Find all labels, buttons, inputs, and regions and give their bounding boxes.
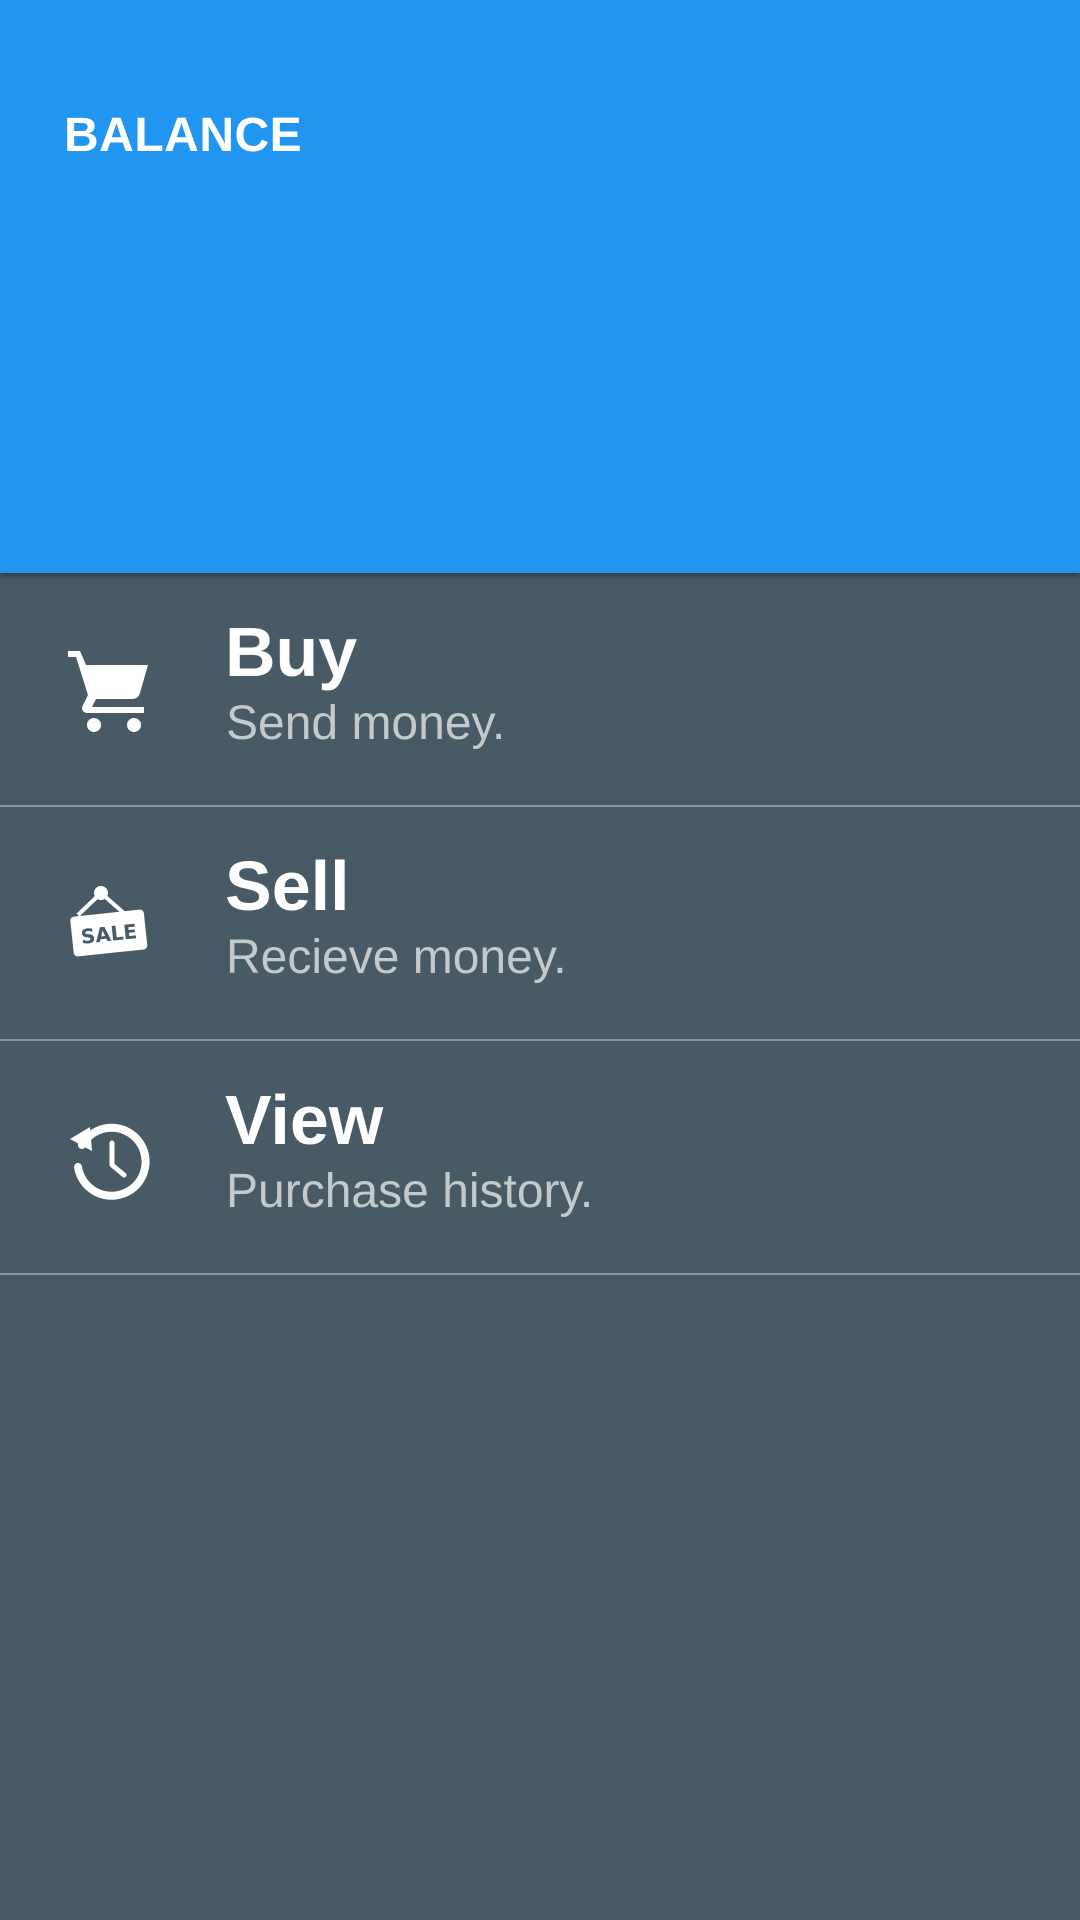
menu-item-title: Sell: [225, 847, 350, 925]
action-menu: Buy Send money. SALE Sell Recieve money.: [0, 573, 1080, 1275]
menu-item-subtitle: Recieve money.: [226, 931, 567, 984]
sale-tag-icon: SALE: [64, 879, 154, 969]
menu-item-view[interactable]: View Purchase history.: [0, 1041, 1080, 1275]
menu-item-sell[interactable]: SALE Sell Recieve money.: [0, 807, 1080, 1041]
menu-item-title: View: [225, 1081, 384, 1159]
menu-item-subtitle: Purchase history.: [226, 1165, 594, 1218]
balance-header: BALANCE: [0, 0, 1080, 573]
shopping-cart-icon: [64, 645, 154, 735]
menu-item-title: Buy: [225, 613, 358, 691]
history-icon: [64, 1113, 154, 1203]
menu-item-subtitle: Send money.: [226, 697, 506, 750]
header-title: BALANCE: [64, 109, 303, 162]
menu-item-buy[interactable]: Buy Send money.: [0, 573, 1080, 807]
